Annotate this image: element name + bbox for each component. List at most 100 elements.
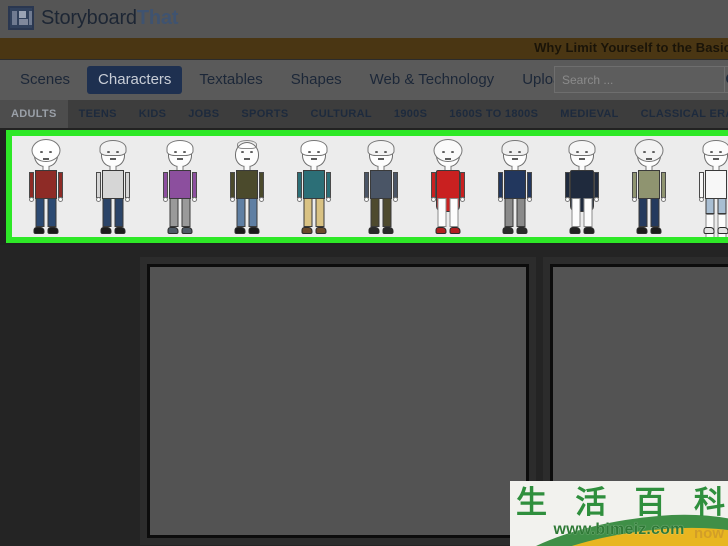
- character-hand-right: [57, 197, 63, 202]
- character-shoes: [569, 227, 594, 234]
- character-shoes: [368, 227, 393, 234]
- adult-character-11[interactable]: [682, 136, 728, 237]
- character-hand-right: [459, 197, 465, 202]
- adult-character-10[interactable]: [615, 136, 682, 237]
- character-arm-right: [526, 172, 532, 198]
- adult-character-8[interactable]: [481, 136, 548, 237]
- character-figure: [157, 140, 203, 234]
- character-face: [173, 151, 187, 160]
- character-legs: [370, 198, 391, 227]
- logo-bar: StoryboardThat: [0, 0, 728, 39]
- adult-character-9[interactable]: [548, 136, 615, 237]
- subnav-item-kids[interactable]: KIDS: [128, 100, 177, 128]
- search-input[interactable]: [554, 66, 724, 93]
- adult-character-3[interactable]: [146, 136, 213, 237]
- storyboard-cell-1-wrap[interactable]: [140, 257, 536, 545]
- subnav-item-1600s-to-1800s[interactable]: 1600S TO 1800S: [438, 100, 549, 128]
- character-torso: [637, 170, 660, 199]
- category-subnav-items: ADULTS TEENS KIDS JOBS SPORTS CULTURAL 1…: [0, 100, 728, 128]
- character-hand-left: [162, 197, 168, 202]
- adult-character-5[interactable]: [280, 136, 347, 237]
- character-hand-left: [95, 197, 101, 202]
- character-hand-left: [631, 197, 637, 202]
- character-arm-left: [497, 172, 503, 198]
- subnav-item-jobs[interactable]: JOBS: [177, 100, 230, 128]
- character-face: [307, 151, 321, 160]
- character-figure: [358, 140, 404, 234]
- character-figure: [90, 140, 136, 234]
- brand-name-light: Storyboard: [41, 7, 137, 29]
- adult-character-6[interactable]: [347, 136, 414, 237]
- nav-item-characters[interactable]: Characters: [87, 66, 183, 94]
- adult-character-1[interactable]: [12, 136, 79, 237]
- character-face: [240, 151, 254, 160]
- character-figure: [425, 139, 471, 234]
- adult-character-4[interactable]: [213, 136, 280, 237]
- character-figure: [559, 140, 605, 234]
- storyboard-grid-icon: [8, 6, 34, 30]
- character-shoes: [636, 227, 661, 234]
- watermark-char: 生: [516, 485, 548, 521]
- nav-item-textables[interactable]: Textables: [188, 66, 273, 94]
- character-arm-left: [229, 172, 235, 198]
- character-hair: [236, 140, 257, 149]
- character-face: [106, 151, 120, 160]
- subnav-item-teens[interactable]: TEENS: [68, 100, 128, 128]
- subnav-item-classical-era[interactable]: CLASSICAL ERA: [630, 100, 728, 128]
- brand-logo[interactable]: StoryboardThat: [8, 6, 178, 30]
- character-arm-right: [57, 172, 63, 198]
- character-face: [441, 151, 455, 160]
- adult-character-2[interactable]: [79, 136, 146, 237]
- brand-name-bold: That: [136, 7, 179, 29]
- storyboard-cell-1[interactable]: [147, 264, 529, 538]
- character-shoes: [100, 227, 125, 234]
- subnav-item-medieval[interactable]: MEDIEVAL: [549, 100, 629, 128]
- character-strip: [12, 136, 728, 237]
- character-figure: [693, 140, 728, 237]
- character-shoes: [167, 227, 192, 234]
- character-arm-right: [660, 172, 666, 198]
- character-figure: [626, 139, 672, 234]
- character-legs: [35, 198, 56, 227]
- character-hand-right: [593, 197, 599, 202]
- character-arm-left: [296, 172, 302, 198]
- character-hand-right: [124, 197, 130, 202]
- nav-item-scenes[interactable]: Scenes: [9, 66, 81, 94]
- character-shoes: [301, 227, 326, 234]
- character-face: [709, 151, 723, 160]
- character-torso: [235, 170, 258, 199]
- character-hand-left: [28, 197, 34, 202]
- character-arm-right: [258, 172, 264, 198]
- character-legs: [437, 198, 458, 227]
- character-arm-right: [392, 172, 398, 198]
- character-torso: [704, 170, 727, 199]
- subnav-item-sports[interactable]: SPORTS: [230, 100, 299, 128]
- character-arm-left: [631, 172, 637, 198]
- nav-item-shapes[interactable]: Shapes: [280, 66, 353, 94]
- character-hand-left: [229, 197, 235, 202]
- character-arm-left: [698, 172, 704, 198]
- subnav-item-cultural[interactable]: CULTURAL: [299, 100, 382, 128]
- character-arm-left: [28, 172, 34, 198]
- storyboard-that-app: StoryboardThat Why Limit Yourself to the…: [0, 0, 728, 546]
- search-area: [554, 66, 728, 93]
- character-face: [575, 151, 589, 160]
- promo-banner[interactable]: Why Limit Yourself to the Basic: [0, 38, 728, 60]
- character-face: [39, 151, 53, 160]
- character-hand-left: [698, 197, 704, 202]
- character-arm-right: [459, 172, 465, 198]
- character-arm-left: [430, 172, 436, 198]
- character-shoes: [703, 227, 728, 234]
- watermark-char: 活: [575, 485, 608, 521]
- character-shoes: [435, 227, 460, 234]
- character-arm-right: [124, 172, 130, 198]
- watermark-url: www.bimeiz.com: [553, 521, 685, 538]
- search-button[interactable]: [724, 66, 728, 93]
- watermark-char: 百: [634, 485, 667, 521]
- character-arm-right: [593, 172, 599, 198]
- character-legs: [169, 198, 190, 227]
- subnav-item-adults[interactable]: ADULTS: [0, 100, 68, 128]
- subnav-item-1900s[interactable]: 1900S: [383, 100, 438, 128]
- nav-item-web-technology[interactable]: Web & Technology: [359, 66, 506, 94]
- adult-character-7[interactable]: [414, 136, 481, 237]
